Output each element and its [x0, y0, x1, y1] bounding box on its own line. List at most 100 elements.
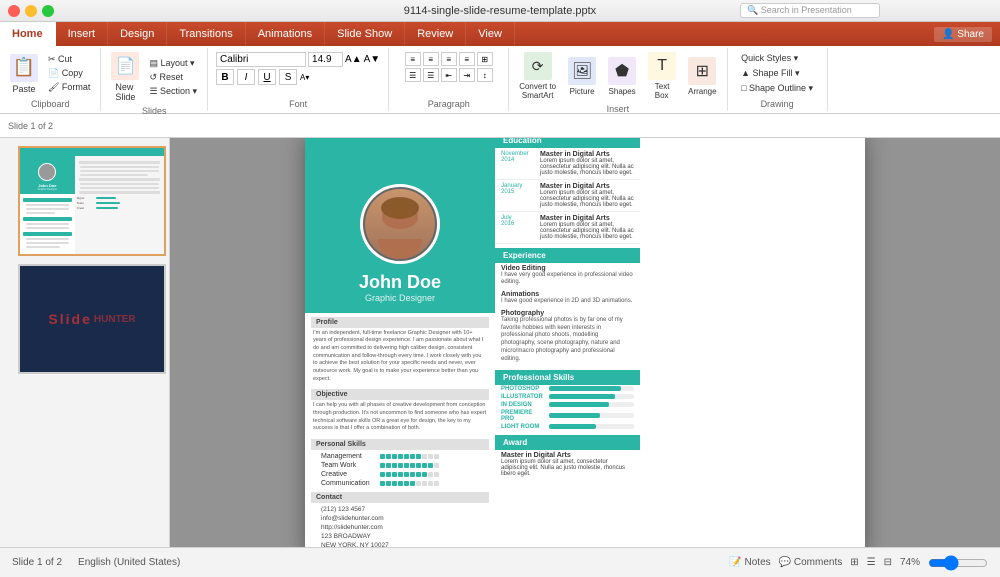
- underline-button[interactable]: U: [258, 69, 276, 85]
- indent-increase-button[interactable]: ⇥: [459, 68, 475, 82]
- slide-1-preview: John Doe Graphic Designer: [18, 146, 166, 256]
- profile-text: I'm an independent, full-time freelance …: [311, 328, 489, 386]
- decrease-font-button[interactable]: A▼: [364, 54, 381, 65]
- slide-thumb-1[interactable]: 1 John Doe Graphic Designer: [4, 146, 165, 256]
- zoom-level[interactable]: 74%: [900, 557, 920, 568]
- quick-styles-button[interactable]: Quick Styles ▾: [737, 52, 817, 65]
- font-color-button[interactable]: A▾: [300, 73, 309, 82]
- smartart-icon: ⟳: [524, 52, 552, 80]
- exp-entry-2: Animations I have good experience in 2D …: [495, 289, 640, 308]
- slide-main[interactable]: John Doe Graphic Designer Profile I'm an…: [305, 138, 865, 547]
- line-spacing-button[interactable]: ↕: [477, 68, 493, 82]
- picture-icon: 🖼: [568, 57, 596, 85]
- ribbon: 📋 Paste ✂ Cut 📄 Copy 🖌 Format Clipboard …: [0, 46, 1000, 114]
- new-slide-button[interactable]: 📄 NewSlide: [107, 50, 143, 104]
- exp-entry-3: Photography Taking professional photos i…: [495, 308, 640, 366]
- indent-decrease-button[interactable]: ⇤: [441, 68, 457, 82]
- personal-skills-header: Personal Skills: [311, 439, 489, 450]
- contact-address1: 123 BROADWAY: [311, 532, 489, 541]
- profile-avatar: [360, 184, 440, 264]
- columns-button[interactable]: ⊞: [477, 52, 493, 66]
- format-button[interactable]: 🖌 Format: [44, 81, 94, 94]
- objective-text: I can help you with all phases of creati…: [311, 400, 489, 435]
- convert-smartart-button[interactable]: ⟳ Convert toSmartArt: [515, 50, 560, 102]
- section-button[interactable]: ☰ Section ▾: [145, 85, 201, 98]
- search-bar[interactable]: 🔍 Search in Presentation: [740, 3, 880, 18]
- notes-button[interactable]: 📝 Notes: [729, 557, 770, 568]
- tab-transitions[interactable]: Transitions: [167, 22, 245, 46]
- bold-button[interactable]: B: [216, 69, 234, 85]
- view-outline[interactable]: ☰: [867, 557, 876, 568]
- edu-entry-2: January2015 Master in Digital Arts Lorem…: [495, 180, 640, 212]
- slides-buttons: 📄 NewSlide ▤ Layout ▾ ↺ Reset ☰ Section …: [107, 50, 201, 104]
- layout-button[interactable]: ▤ Layout ▾: [145, 57, 201, 70]
- minimize-button[interactable]: [25, 5, 37, 17]
- font-group: A▲ A▼ B I U S A▾ Font: [208, 48, 389, 111]
- view-normal[interactable]: ⊞: [850, 557, 858, 568]
- window-controls[interactable]: [8, 5, 54, 17]
- picture-button[interactable]: 🖼 Picture: [564, 55, 600, 98]
- align-center-button[interactable]: ≡: [423, 52, 439, 66]
- shapes-button[interactable]: ⬟ Shapes: [604, 55, 640, 98]
- share-button[interactable]: 👤 Share: [934, 27, 992, 42]
- tab-animations[interactable]: Animations: [246, 22, 325, 46]
- slide-thumb-2[interactable]: 2 Slide HUNTER: [4, 264, 165, 374]
- numbered-list-button[interactable]: ☰: [423, 68, 439, 82]
- skill-communication: Communication: [311, 479, 489, 488]
- tab-design[interactable]: Design: [108, 22, 167, 46]
- paragraph-group: ≡ ≡ ≡ ≡ ⊞ ☰ ☰ ⇤ ⇥ ↕ Paragraph: [389, 48, 509, 111]
- font-size-input[interactable]: [308, 52, 343, 67]
- textbox-icon: T: [648, 52, 676, 80]
- zoom-slider[interactable]: [928, 555, 988, 571]
- maximize-button[interactable]: [42, 5, 54, 17]
- paste-button[interactable]: 📋 Paste: [6, 52, 42, 96]
- thumb-avatar: [38, 163, 56, 181]
- tab-review[interactable]: Review: [405, 22, 466, 46]
- arrange-icon: ⊞: [688, 57, 716, 85]
- award-header: Award: [495, 435, 640, 450]
- document-title: 9114-single-slide-resume-template.pptx: [404, 5, 596, 17]
- award-content: Master in Digital Arts Lorem ipsum dolor…: [495, 450, 640, 479]
- slide-2-preview: Slide HUNTER: [18, 264, 166, 374]
- contact-email: info@slidehunter.com: [311, 514, 489, 523]
- tab-slideshow[interactable]: Slide Show: [325, 22, 405, 46]
- shapes-icon: ⬟: [608, 57, 636, 85]
- reset-button[interactable]: ↺ Reset: [145, 71, 201, 84]
- profile-name: John Doe: [359, 272, 441, 293]
- cut-button[interactable]: ✂ Cut: [44, 53, 94, 66]
- ribbon-tabs: Home Insert Design Transitions Animation…: [0, 22, 1000, 46]
- status-bar: Slide 1 of 2 English (United States) 📝 N…: [0, 547, 1000, 577]
- profile-header-label: Profile: [311, 317, 489, 328]
- justify-button[interactable]: ≡: [459, 52, 475, 66]
- pro-skill-indesign: IN DESIGN: [495, 401, 640, 409]
- formula-bar: Slide 1 of 2: [0, 114, 1000, 138]
- close-button[interactable]: [8, 5, 20, 17]
- italic-button[interactable]: I: [237, 69, 255, 85]
- slide-right-column: Education November2014 Master in Digital…: [495, 138, 640, 547]
- skill-management: Management: [311, 452, 489, 461]
- slide-counter-bar: Slide 1 of 2: [8, 121, 53, 131]
- slide-panel: 1 John Doe Graphic Designer: [0, 138, 170, 547]
- slide-profile-header: John Doe Graphic Designer: [305, 138, 495, 313]
- view-slide-sorter[interactable]: ⊟: [884, 557, 892, 568]
- education-header: Education: [495, 138, 640, 148]
- tab-home[interactable]: Home: [0, 22, 56, 46]
- contact-website: http://slidehunter.com: [311, 523, 489, 532]
- align-left-button[interactable]: ≡: [405, 52, 421, 66]
- clipboard-buttons: 📋 Paste ✂ Cut 📄 Copy 🖌 Format: [6, 50, 94, 97]
- bullet-list-button[interactable]: ☰: [405, 68, 421, 82]
- shape-outline-button[interactable]: □ Shape Outline ▾: [737, 82, 817, 95]
- shape-fill-button[interactable]: ▲ Shape Fill ▾: [737, 67, 817, 80]
- arrange-button[interactable]: ⊞ Arrange: [684, 55, 720, 98]
- increase-font-button[interactable]: A▲: [345, 54, 362, 65]
- paste-icon: 📋: [10, 54, 38, 82]
- skill-teamwork: Team Work: [311, 461, 489, 470]
- align-right-button[interactable]: ≡: [441, 52, 457, 66]
- textbox-button[interactable]: T TextBox: [644, 50, 680, 102]
- tab-view[interactable]: View: [466, 22, 515, 46]
- comments-button[interactable]: 💬 Comments: [779, 557, 843, 568]
- strikethrough-button[interactable]: S: [279, 69, 297, 85]
- copy-button[interactable]: 📄 Copy: [44, 67, 94, 80]
- font-name-input[interactable]: [216, 52, 306, 67]
- tab-insert[interactable]: Insert: [56, 22, 109, 46]
